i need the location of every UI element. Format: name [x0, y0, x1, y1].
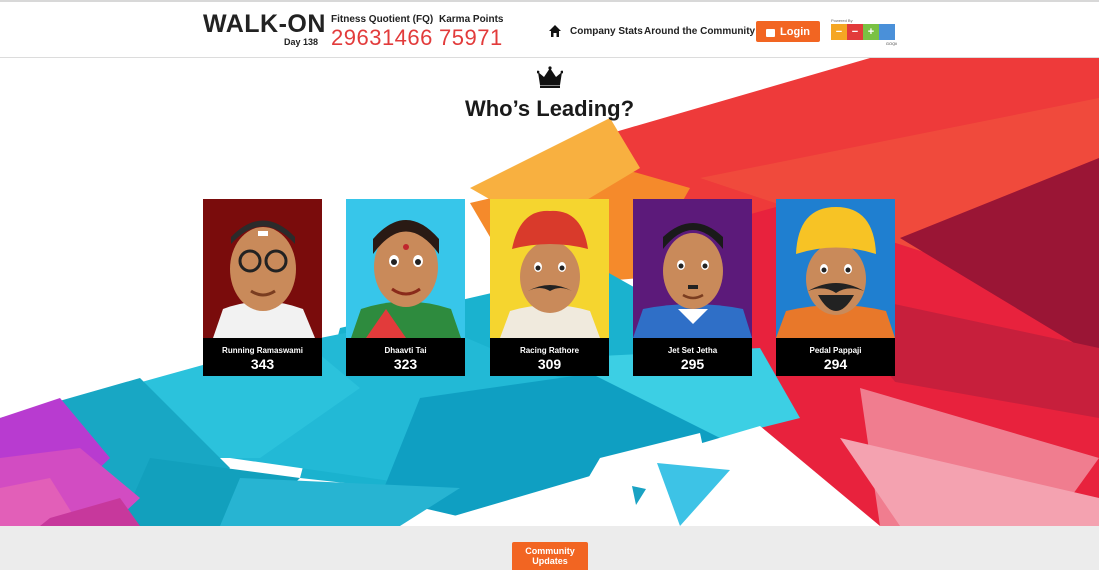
goqii-box-orange: −	[831, 24, 847, 40]
leader-name: Pedal Pappaji	[809, 346, 862, 355]
fq-value: 29631466	[331, 25, 433, 50]
footer-bar: Community Updates	[0, 526, 1099, 570]
avatar-portrait	[633, 199, 752, 338]
login-button[interactable]: Login	[756, 21, 820, 42]
karma-value: 75971	[439, 25, 503, 50]
leader-card[interactable]: Dhaavti Tai 323	[346, 199, 465, 376]
community-updates-button[interactable]: Community Updates	[512, 542, 588, 570]
powered-by-label: Powered By	[831, 18, 853, 23]
leader-score: 294	[823, 356, 848, 372]
login-label: Login	[780, 25, 810, 38]
leader-score: 343	[250, 356, 275, 372]
avatar-portrait	[203, 199, 322, 338]
goqii-box-blue	[879, 24, 895, 40]
leader-card[interactable]: Pedal Pappaji 294	[776, 199, 895, 376]
leader-card[interactable]: Jet Set Jetha 295	[633, 199, 752, 376]
leader-card[interactable]: Running Ramaswami 343	[203, 199, 322, 376]
leader-name: Jet Set Jetha	[667, 346, 718, 355]
goqii-box-red: −	[847, 24, 863, 40]
leader-card[interactable]: Racing Rathore 309	[490, 199, 609, 376]
leaderboard-hero: Who’s Leading? Running Ramaswami 343 Dha…	[0, 58, 1099, 526]
nav-around-community[interactable]: Around the Community	[644, 26, 755, 37]
crown-icon	[537, 66, 563, 88]
leader-score: 309	[537, 356, 562, 372]
goqii-wordmark: GOQii	[885, 41, 897, 46]
avatar-portrait	[346, 199, 465, 338]
page: WALK-ON Day 138 Fitness Quotient (FQ) 29…	[0, 0, 1099, 570]
walk-on-logo[interactable]: WALK-ON	[203, 11, 326, 37]
fq-label: Fitness Quotient (FQ)	[331, 14, 434, 25]
karma-label: Karma Points	[439, 14, 504, 25]
home-icon[interactable]	[548, 24, 562, 38]
avatar-portrait	[490, 199, 609, 338]
leader-score: 295	[680, 356, 705, 372]
leaderboard-title: Who’s Leading?	[464, 96, 635, 121]
goqii-logo: − − +	[831, 24, 895, 40]
community-updates-line1: Community	[525, 546, 575, 556]
leader-name: Running Ramaswami	[222, 346, 303, 355]
community-updates-line2: Updates	[532, 556, 568, 566]
leader-name: Racing Rathore	[519, 346, 580, 355]
goqii-box-green: +	[863, 24, 879, 40]
leader-score: 323	[393, 356, 418, 372]
top-header: WALK-ON Day 138 Fitness Quotient (FQ) 29…	[0, 0, 1099, 58]
avatar-portrait	[776, 199, 895, 338]
lock-icon	[766, 28, 776, 37]
day-counter: Day 138	[284, 37, 319, 47]
nav-company-stats[interactable]: Company Stats	[570, 26, 643, 37]
leader-name: Dhaavti Tai	[384, 346, 427, 355]
powered-by-goqii[interactable]: Powered By − − + GOQii	[831, 18, 897, 46]
